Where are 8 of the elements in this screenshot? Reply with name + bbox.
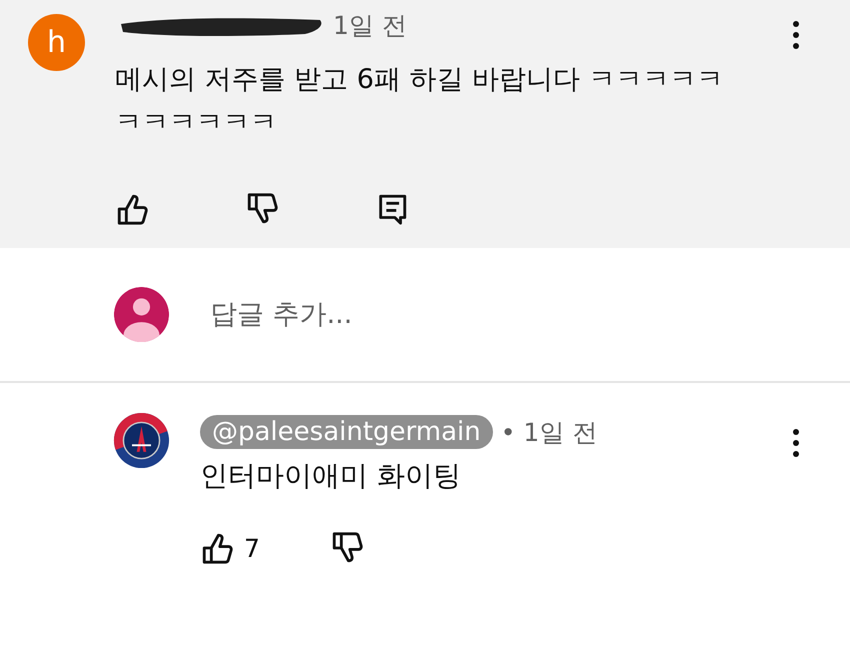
avatar[interactable]: h xyxy=(28,14,85,71)
comment-text: 메시의 저주를 받고 6패 하길 바랍니다 ㅋㅋㅋㅋㅋㅋㅋㅋㅋㅋㅋ xyxy=(115,63,725,140)
comment-time: 1일 전 xyxy=(333,10,407,42)
reply-input-field[interactable]: 답글 추가... xyxy=(208,298,612,331)
comment-text: 인터마이애미 화이팅 xyxy=(200,458,462,494)
channel-handle[interactable]: @paleesaintgermain xyxy=(200,415,493,449)
comment-time: • 1일 전 xyxy=(500,416,598,448)
like-count: 7 xyxy=(244,534,260,562)
